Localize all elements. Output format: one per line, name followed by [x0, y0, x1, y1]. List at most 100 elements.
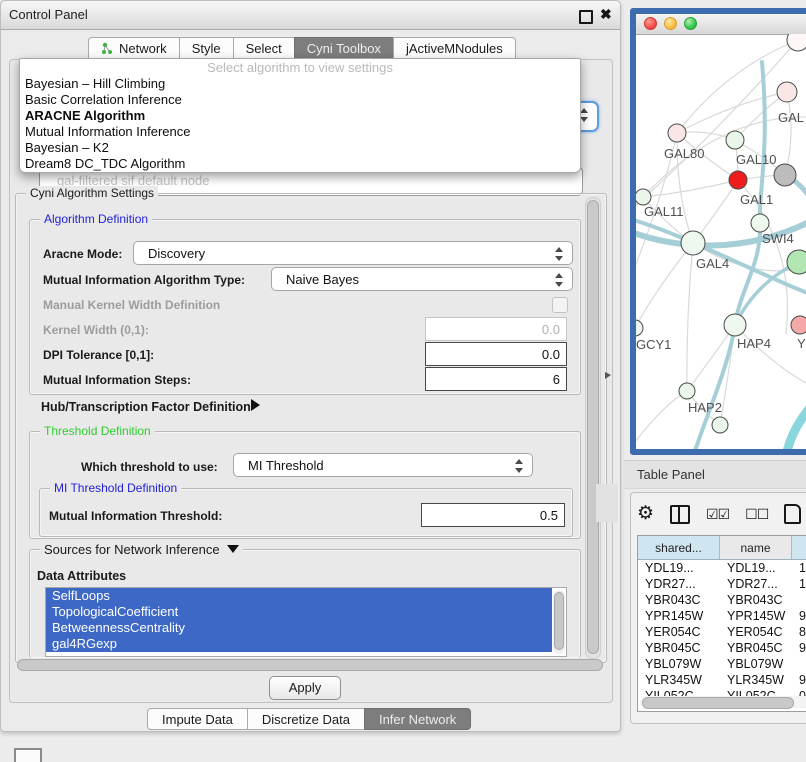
network-node[interactable] [774, 164, 796, 186]
network-node-gal1[interactable] [729, 171, 747, 189]
table-cell: YDL19... [720, 560, 792, 576]
attribute-item-selected[interactable]: SelfLoops [46, 588, 552, 604]
expand-arrow-icon[interactable] [251, 399, 260, 411]
column-header-name[interactable]: name [720, 536, 792, 559]
manual-kernel-checkbox[interactable] [552, 297, 568, 313]
float-icon[interactable] [579, 10, 593, 24]
tab-label: Style [192, 41, 221, 56]
minimize-traffic-light-icon[interactable] [664, 17, 677, 30]
settings-horizontal-scrollbar[interactable] [17, 659, 603, 671]
mouse-cursor [605, 372, 611, 379]
tab-network[interactable]: Network [88, 37, 180, 59]
table-row[interactable]: YDR27...YDR27...12 [638, 576, 806, 592]
table-row[interactable]: YPR145WYPR145W9. [638, 608, 806, 624]
network-node-gal10[interactable] [726, 131, 744, 149]
network-node-gal4[interactable] [681, 231, 705, 255]
document-icon[interactable] [784, 504, 801, 524]
settings-vertical-scrollbar[interactable] [585, 197, 601, 659]
network-node-hap2[interactable] [679, 383, 695, 399]
data-attributes-label: Data Attributes [37, 569, 126, 583]
network-edge[interactable] [785, 92, 791, 175]
network-edge[interactable] [636, 40, 798, 214]
table-horizontal-scrollbar[interactable] [640, 696, 806, 708]
attribute-item-selected[interactable]: gal4RGexp [46, 636, 552, 652]
table-cell: YBR043C [720, 592, 792, 608]
network-edge[interactable] [636, 391, 687, 449]
close-icon[interactable]: ✖ [600, 6, 612, 23]
unchecked-boxes-icon[interactable]: ☐☐ [745, 506, 768, 523]
table-cell: 13 [792, 560, 806, 576]
algorithm-option[interactable]: Bayesian – K2 [20, 140, 580, 156]
zoom-traffic-light-icon[interactable] [684, 17, 697, 30]
aracne-mode-label: Aracne Mode: [43, 247, 122, 261]
table-cell: YPR145W [638, 608, 720, 624]
tab-cyni-toolbox[interactable]: Cyni Toolbox [294, 37, 394, 59]
table-row[interactable]: YLR345WYLR345W9. [638, 672, 806, 688]
algorithm-option[interactable]: Mutual Information Inference [20, 124, 580, 140]
network-edge[interactable] [687, 243, 693, 391]
which-threshold-combo[interactable]: MI Threshold [233, 453, 533, 477]
algorithm-option[interactable]: Basic Correlation Inference [20, 92, 580, 108]
splitter-handle[interactable] [596, 484, 618, 522]
network-window-titlebar[interactable] [636, 14, 806, 35]
table-row[interactable]: YER054CYER054C8. [638, 624, 806, 640]
minimized-window-icon[interactable] [14, 748, 42, 762]
tab-style[interactable]: Style [179, 37, 234, 59]
control-panel-titlebar[interactable]: Control Panel ✖ [1, 1, 620, 30]
table-row[interactable]: YBL079WYBL079W [638, 656, 806, 672]
spinner-arrows-icon [555, 247, 563, 261]
checked-boxes-icon[interactable]: ☑☑ [706, 506, 729, 523]
network-edge[interactable] [636, 243, 693, 328]
table-cell: YPR145W [720, 608, 792, 624]
table-row[interactable]: YBR045CYBR045C9. [638, 640, 806, 656]
attribute-item-selected[interactable]: BetweennessCentrality [46, 620, 552, 636]
algorithm-option[interactable]: Bayesian – Hill Climbing [20, 76, 580, 92]
table-panel-bar[interactable]: Table Panel [624, 460, 806, 489]
network-node-gal80[interactable] [668, 124, 686, 142]
algorithm-option[interactable]: Dream8 DC_TDC Algorithm [20, 156, 580, 172]
network-node[interactable] [712, 417, 728, 433]
node-label: Y [797, 336, 806, 351]
scrollbar-thumb[interactable] [554, 592, 564, 650]
tab-select[interactable]: Select [233, 37, 295, 59]
dpi-tolerance-field[interactable]: 0.0 [425, 342, 567, 366]
apply-button[interactable]: Apply [269, 676, 341, 700]
network-node-gal[interactable] [777, 82, 797, 102]
mi-type-combo[interactable]: Naive Bayes [271, 267, 573, 291]
network-view-window[interactable]: GALGAL80GAL10GAL1GAL11SWI4GAL4GCY1HAP4YH… [630, 8, 806, 455]
kernel-width-field[interactable]: 0.0 [425, 317, 567, 341]
tab-jactivemnodules[interactable]: jActiveMNodules [393, 37, 516, 59]
network-node-gcy1[interactable] [636, 320, 643, 336]
table-row[interactable]: YDL19...YDL19...13 [638, 560, 806, 576]
network-node-hap4[interactable] [724, 314, 746, 336]
aracne-mode-combo[interactable]: Discovery [133, 241, 573, 265]
mi-threshold-field[interactable]: 0.5 [421, 503, 565, 527]
column-header-partial[interactable] [792, 536, 806, 559]
tab-discretize-data[interactable]: Discretize Data [247, 708, 365, 730]
network-node-swi4[interactable] [751, 214, 769, 232]
network-canvas[interactable]: GALGAL80GAL10GAL1GAL11SWI4GAL4GCY1HAP4YH… [636, 34, 806, 449]
gear-icon[interactable]: ⚙ [637, 504, 654, 524]
tab-impute-data[interactable]: Impute Data [147, 708, 248, 730]
table-cell: 9. [792, 608, 806, 624]
list-scrollbar[interactable] [553, 590, 565, 654]
data-attributes-list[interactable]: SelfLoopsTopologicalCoefficientBetweenne… [45, 587, 567, 657]
scrollbar-thumb[interactable] [642, 697, 794, 709]
window-title: Control Panel [9, 7, 88, 22]
network-edge-highlighted[interactable] [786, 386, 806, 449]
control-panel-window: Control Panel ✖ Network Style Select Cyn… [0, 0, 621, 732]
collapse-arrow-icon[interactable] [227, 545, 239, 553]
scrollbar-thumb[interactable] [587, 200, 599, 654]
network-node-gal11[interactable] [636, 189, 651, 205]
mi-steps-field[interactable]: 6 [425, 367, 567, 391]
network-node[interactable] [787, 250, 806, 274]
tab-infer-network[interactable]: Infer Network [364, 708, 471, 730]
network-node-y[interactable] [791, 316, 806, 334]
close-traffic-light-icon[interactable] [644, 17, 657, 30]
table-row[interactable]: YBR043CYBR043C [638, 592, 806, 608]
column-header-shared[interactable]: shared... [638, 536, 720, 559]
columns-icon[interactable] [670, 505, 690, 524]
attribute-item-selected[interactable]: TopologicalCoefficient [46, 604, 552, 620]
table-cell: YDR27... [720, 576, 792, 592]
algorithm-option[interactable]: ARACNE Algorithm [20, 108, 580, 124]
